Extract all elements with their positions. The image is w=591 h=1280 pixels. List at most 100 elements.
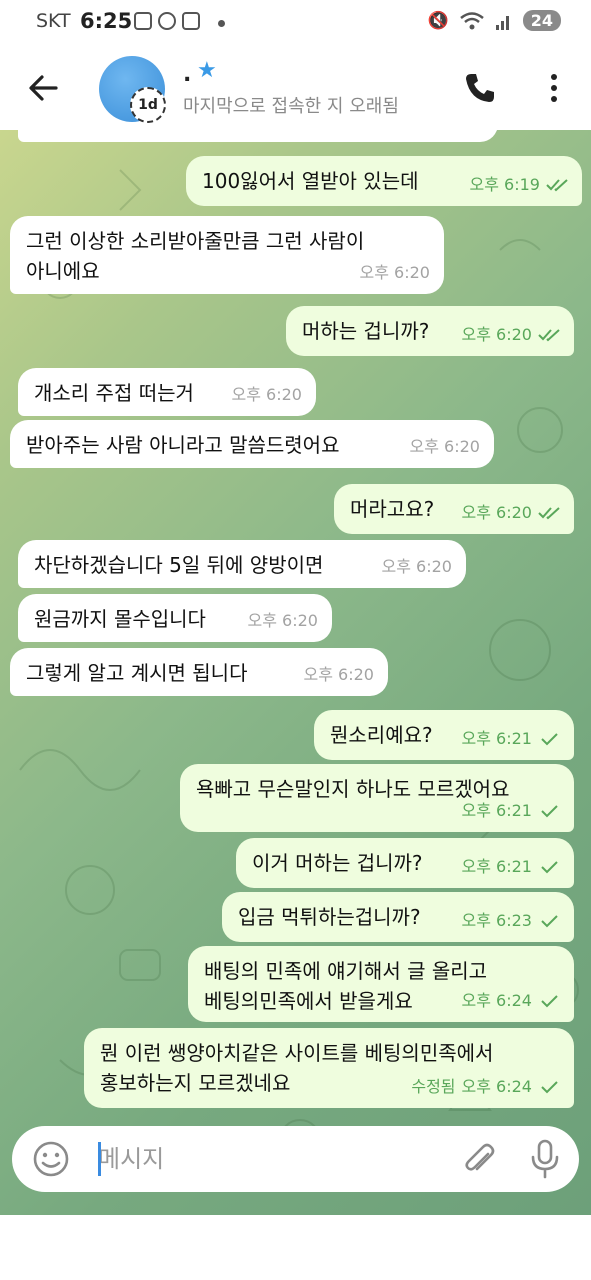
premium-star-icon: ★	[197, 58, 217, 83]
check-icon	[541, 733, 558, 746]
message-outgoing[interactable]: 뭔 이런 쌩양아치같은 사이트를 베팅의민족에서 홍보하는지 모르겠네요 수정됨…	[84, 1028, 574, 1108]
message-time: 오후 6:21	[461, 729, 532, 748]
message-text: 입금 먹튀하는겁니까?	[238, 905, 421, 929]
message-meta: 오후 6:21	[462, 724, 560, 754]
notification-icons	[134, 12, 200, 30]
battery-indicator: 24	[522, 10, 561, 31]
message-text: 뭔소리예요?	[330, 723, 433, 747]
message-meta: 오후 6:19	[470, 170, 568, 200]
message-outgoing[interactable]: 100잃어서 열받아 있는데 오후 6:19	[186, 156, 582, 206]
message-meta: 수정됨 오후 6:24	[411, 1072, 560, 1102]
record-icon	[158, 12, 176, 30]
chat-header: 1d . ★ 마지막으로 접속한 지 오래됨	[0, 46, 591, 130]
chat-history[interactable]: 100잃어서 열받아 있는데 오후 6:19 그런 이상한 소리받아줄만큼 그런…	[0, 130, 591, 1215]
message-incoming[interactable]: 개소리 주접 떠는거 오후 6:20	[18, 368, 316, 416]
clock: 6:25	[80, 9, 133, 33]
auto-delete-timer-badge: 1d	[130, 87, 166, 123]
message-time: 오후 6:20	[231, 385, 302, 404]
message-meta: 오후 6:20	[232, 380, 302, 410]
message-text: 그런 이상한 소리받아줄만큼 그런 사람이 아니에요	[26, 229, 365, 283]
more-notifications-dot	[218, 20, 225, 27]
message-incoming[interactable]: 원금까지 몰수입니다 오후 6:20	[18, 594, 332, 642]
message-outgoing[interactable]: 입금 먹튀하는겁니까? 오후 6:23	[222, 892, 574, 942]
paperclip-icon[interactable]	[460, 1140, 498, 1178]
check-icon	[541, 995, 558, 1008]
message-meta: 오후 6:20	[462, 498, 560, 528]
message-outgoing[interactable]: 머라고요? 오후 6:20	[334, 484, 574, 534]
message-text: 100잃어서 열받아 있는데	[202, 169, 419, 193]
message-time: 오후 6:20	[461, 325, 532, 344]
edited-label: 수정됨	[411, 1077, 456, 1096]
calendar-icon	[182, 12, 200, 30]
message-incoming[interactable]: 그런 이상한 소리받아줄만큼 그런 사람이 아니에요 오후 6:20	[10, 216, 444, 294]
message-incoming[interactable]: 받아주는 사람 아니라고 말씀드렷어요 오후 6:20	[10, 420, 494, 468]
message-incoming[interactable]: 그렇게 알고 계시면 됩니다 오후 6:20	[10, 648, 388, 696]
double-check-icon	[546, 179, 568, 192]
message-text: 이거 머하는 겁니까?	[252, 851, 423, 875]
screenshot-icon	[134, 12, 152, 30]
message-composer	[12, 1126, 579, 1192]
message-time: 오후 6:20	[381, 557, 452, 576]
message-time: 오후 6:20	[247, 611, 318, 630]
message-time: 오후 6:20	[359, 263, 430, 282]
message-time: 오후 6:24	[461, 991, 532, 1010]
message-text: 차단하겠습니다 5일 뒤에 양방이면	[34, 553, 324, 577]
text-caret	[98, 1142, 101, 1176]
message-meta: 오후 6:20	[462, 320, 560, 350]
message-time: 오후 6:21	[461, 801, 532, 820]
emoji-icon[interactable]	[32, 1140, 70, 1178]
home-icon[interactable]	[282, 1230, 308, 1256]
wifi-icon	[459, 11, 484, 29]
system-navigation-bar	[0, 1200, 591, 1280]
check-icon	[541, 915, 558, 928]
message-meta: 오후 6:20	[248, 606, 318, 636]
microphone-icon[interactable]	[528, 1138, 562, 1180]
message-text: 머라고요?	[350, 497, 435, 521]
message-bubble-partial[interactable]	[18, 130, 498, 142]
double-check-icon	[538, 329, 560, 342]
message-outgoing[interactable]: 이거 머하는 겁니까? 오후 6:21	[236, 838, 574, 888]
back-arrow-icon[interactable]	[24, 68, 64, 108]
recent-apps-icon[interactable]	[114, 1232, 144, 1256]
message-meta: 오후 6:21	[462, 852, 560, 882]
status-bar: SKT 6:25 🔇 24	[0, 0, 591, 46]
system-icons: 🔇 24	[428, 10, 561, 31]
message-time: 오후 6:20	[409, 437, 480, 456]
contact-name[interactable]: .	[183, 62, 191, 87]
last-seen-status: 마지막으로 접속한 지 오래됨	[183, 96, 399, 117]
message-text: 받아주는 사람 아니라고 말씀드렷어요	[26, 433, 340, 457]
message-meta: 오후 6:23	[462, 906, 560, 936]
message-text: 머하는 겁니까?	[302, 319, 430, 343]
message-outgoing[interactable]: 머하는 겁니까? 오후 6:20	[286, 306, 574, 356]
message-meta: 오후 6:20	[410, 432, 480, 462]
phone-call-icon[interactable]	[462, 70, 498, 106]
message-meta: 오후 6:20	[304, 660, 374, 690]
message-time: 오후 6:23	[461, 911, 532, 930]
message-outgoing[interactable]: 배팅의 민족에 얘기해서 글 올리고 베팅의민족에서 받을게요 오후 6:24	[188, 946, 574, 1022]
double-check-icon	[538, 507, 560, 520]
message-time: 오후 6:20	[461, 503, 532, 522]
nav-back-icon[interactable]	[450, 1230, 474, 1258]
message-time: 오후 6:20	[303, 665, 374, 684]
message-incoming[interactable]: 차단하겠습니다 5일 뒤에 양방이면 오후 6:20	[18, 540, 466, 588]
more-menu-icon[interactable]	[540, 70, 568, 106]
message-text: 그렇게 알고 계시면 됩니다	[26, 661, 248, 685]
message-outgoing[interactable]: 뭔소리예요? 오후 6:21	[314, 710, 574, 760]
message-text: 원금까지 몰수입니다	[34, 607, 206, 631]
message-meta: 오후 6:20	[360, 258, 430, 288]
check-icon	[541, 805, 558, 818]
message-text: 배팅의 민족에 얘기해서 글 올리고 베팅의민족에서 받을게요	[204, 959, 488, 1013]
message-time: 오후 6:19	[469, 175, 540, 194]
mute-icon: 🔇	[427, 10, 449, 31]
signal-icon	[495, 15, 509, 30]
message-outgoing[interactable]: 욕빠고 무슨말인지 하나도 모르겠어요 오후 6:21	[180, 764, 574, 832]
check-icon	[541, 861, 558, 874]
message-meta: 오후 6:24	[462, 986, 560, 1016]
check-icon	[541, 1081, 558, 1094]
message-text: 개소리 주접 떠는거	[34, 381, 194, 405]
message-time: 오후 6:21	[461, 857, 532, 876]
message-meta: 오후 6:21	[462, 796, 560, 826]
carrier-label: SKT	[36, 10, 71, 32]
message-meta: 오후 6:20	[382, 552, 452, 582]
message-input[interactable]	[98, 1140, 438, 1178]
